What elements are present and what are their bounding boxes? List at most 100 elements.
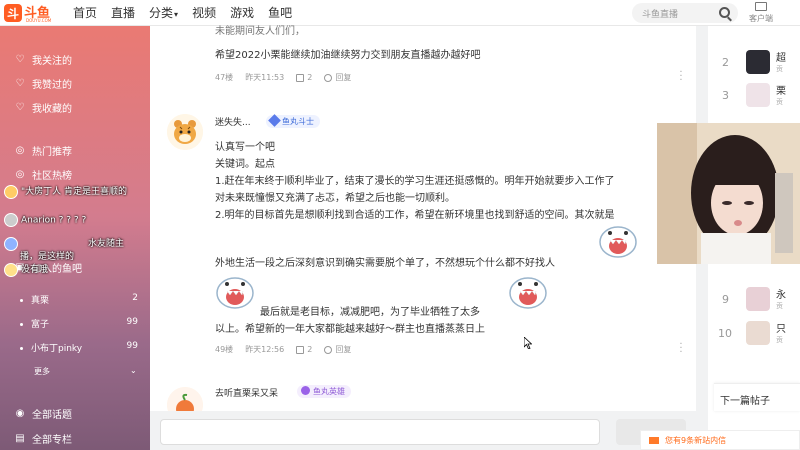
rank-name: 永 [776,290,786,301]
rank-sub: 贡 [776,336,783,344]
like-button[interactable]: 2 [296,73,312,82]
nav-video[interactable]: 视频 [192,4,216,21]
post-text: 希望2022小栗能继续加油继续努力交到朋友直播越办越好吧 [215,50,481,61]
post-content-area: 未能期间友人们们， 希望2022小栗能继续加油继续努力交到朋友直播越办越好吧 4… [150,26,696,423]
message-notification[interactable]: 您有9条新站内信 [640,430,800,450]
douyu-logo[interactable]: 斗 斗鱼 DOUYU.COM [4,1,58,25]
sidebar-more-link[interactable]: 更多 [34,366,50,377]
floor-number: 49楼 [215,345,234,354]
streamer-image [657,123,800,264]
thumbs-up-icon [296,345,305,354]
search-box[interactable]: 斗鱼直播 [632,3,738,23]
post-meta: 49楼 昨天12:56 2 回复 [215,344,363,355]
post-line: 关键词。起点 [215,159,275,170]
danmaku-avatar [4,237,21,251]
topic-icon: ◉ [15,407,25,419]
more-options-icon[interactable]: · · · [678,68,684,86]
avatar [4,237,18,251]
joined-yuba-item[interactable]: 真栗 2 [20,293,138,306]
reply-input[interactable] [160,419,600,445]
shark-emoji-icon [509,277,547,309]
danmaku-message: 播，是这样的 [20,252,75,262]
rank-name: 只 [776,324,786,335]
sidebar-item-label: 全部话题 [32,410,72,421]
shark-emoji-icon [216,277,254,309]
reply-button[interactable]: 回复 [324,72,351,83]
like-button[interactable]: 2 [296,345,312,354]
danmaku-message: 没有哦 [4,262,48,277]
sidebar-item-hot[interactable]: ◎ 热门推荐 [14,143,72,159]
diamond-icon [268,114,281,127]
client-download[interactable]: 客户端 [746,2,776,24]
nav-yuba[interactable]: 鱼吧 [268,4,292,21]
avatar [746,83,770,107]
shark-emoji-icon [599,226,637,258]
sidebar-item-label: 我收藏的 [32,104,72,115]
yuba-count: 99 [126,341,138,351]
nav-home[interactable]: 首页 [73,4,97,21]
joined-yuba-item[interactable]: 富子 99 [20,317,138,330]
fire-icon: ◎ [15,144,25,156]
avatar [746,287,770,311]
nav-category[interactable]: 分类 [149,4,178,21]
rank-row[interactable]: 3 栗 贡 [708,81,800,109]
yuba-name: 富子 [31,320,50,330]
monitor-icon [755,2,767,11]
sidebar-item-label: 我关注的 [32,56,72,67]
chevron-down-icon[interactable]: ⌄ [130,366,137,375]
rank-name: 栗 [776,86,786,97]
sidebar-item-all-columns[interactable]: ▤ 全部专栏 [14,431,72,447]
more-options-icon[interactable]: · · · [678,340,684,358]
post-text-partial: 未能期间友人们们， [215,26,305,37]
post-line: 对未来既憧憬又充满了忐忑，希望之后也能一切顺利。 [215,193,455,204]
danmaku-message: 水友随主 [88,239,125,249]
sidebar-item-label: 全部专栏 [32,435,72,446]
more-label: 更多 [34,367,50,376]
rank-sub: 贡 [776,98,783,106]
next-post-button[interactable]: 下一篇帖子 [714,383,800,411]
rank-row[interactable]: 9 永 贡 [708,285,800,313]
comment-icon [324,73,333,82]
rank-number: 3 [722,89,729,102]
sidebar-item-following[interactable]: ♡ 我关注的 [14,52,72,68]
thumbs-up-icon [296,73,305,82]
post-line: 2.明年的目标首先是想顺利找到合适的工作，希望在新环境里也找到舒适的空间。其次就… [215,210,615,221]
post-line: 以上。希望新的一年大家都能越来越好～群主也直播蒸蒸日上 [215,324,485,335]
reply-button[interactable]: 回复 [324,344,351,355]
reply-bar [150,411,696,450]
rank-number: 9 [722,293,729,306]
yuba-name: 小布丁pinky [31,344,83,354]
post-username[interactable]: 去听直栗呆又呆 [215,386,278,399]
rank-name: 超 [776,53,786,64]
nav-game[interactable]: 游戏 [230,4,254,21]
sidebar-item-label: 我赞过的 [32,80,72,91]
heart-icon: ♡ [15,53,25,65]
avatar [746,50,770,74]
logo-mark-icon: 斗 [4,4,22,22]
yuba-count: 2 [132,293,138,303]
sidebar-item-liked[interactable]: ♡ 我赞过的 [14,76,72,92]
main-nav: 首页 直播 分类 视频 游戏 鱼吧 [73,4,306,21]
search-icon[interactable] [719,7,730,18]
nav-live[interactable]: 直播 [111,4,135,21]
sidebar-item-label: 社区热榜 [32,171,72,182]
mouse-cursor-icon [524,337,532,349]
tiger-avatar-icon [167,114,203,150]
sidebar-item-all-topics[interactable]: ◉ 全部话题 [14,406,72,422]
rank-row[interactable]: 10 只 贡 [708,319,800,347]
heart-icon: ♡ [15,101,25,113]
yuba-count: 99 [126,317,138,327]
post-username[interactable]: 迷失失... [215,115,251,128]
sidebar-item-community[interactable]: ◎ 社区热榜 [14,167,72,183]
sidebar: ♡ 我关注的 ♡ 我赞过的 ♡ 我收藏的 ◎ 热门推荐 ◎ 社区热榜 ▣ 加入的… [0,26,150,450]
yuba-name: 真栗 [31,296,50,306]
client-label: 客户端 [749,14,773,23]
post-line: 外地生活一段之后深刻意识到确实需要脱个单了，不然想玩个什么都不好找人 [215,258,555,269]
rank-row[interactable]: 2 超 贡 [708,48,800,76]
post-meta: 47楼 昨天11:53 2 回复 [215,72,363,83]
joined-yuba-item[interactable]: 小布丁pinky 99 [20,341,138,354]
post-line: 认真写一个吧 [215,142,275,153]
search-input[interactable]: 斗鱼直播 [642,7,678,20]
avatar[interactable] [167,114,203,150]
sidebar-item-favorites[interactable]: ♡ 我收藏的 [14,100,72,116]
